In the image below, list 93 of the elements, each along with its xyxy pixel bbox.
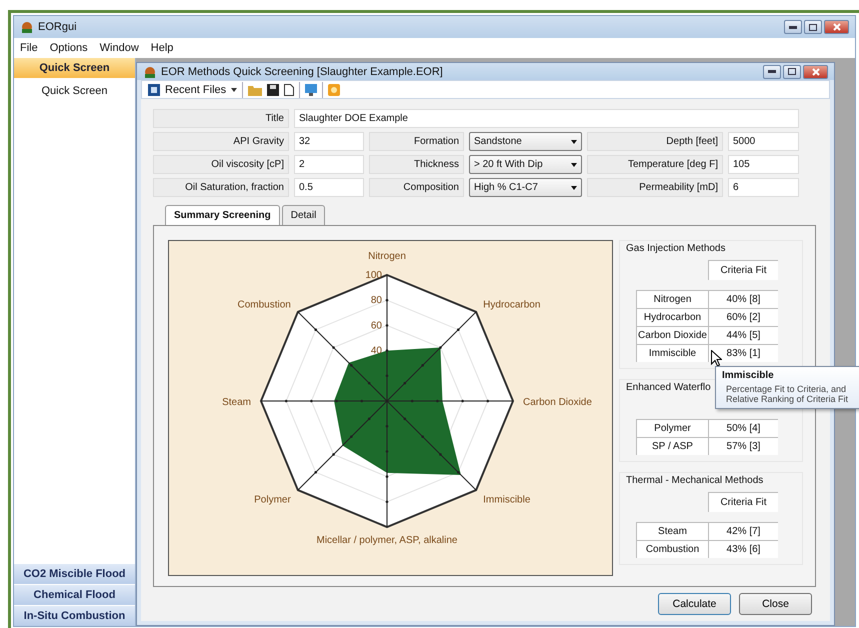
axis-label: Micellar / polymer, ASP, alkaline bbox=[316, 535, 458, 546]
group-title: Gas Injection Methods bbox=[626, 243, 726, 254]
minimize-icon bbox=[768, 70, 776, 73]
sidebar-button[interactable]: Chemical Flood bbox=[14, 585, 135, 605]
axis-label: Steam bbox=[222, 397, 251, 408]
field-label: Title bbox=[153, 109, 289, 128]
field-label: API Gravity bbox=[153, 132, 289, 151]
table-cell: SP / ASP bbox=[636, 437, 708, 455]
dropdown[interactable]: > 20 ft With Dip bbox=[469, 155, 582, 174]
menu-item[interactable]: Help bbox=[150, 42, 174, 54]
dialog-button[interactable]: Calculate bbox=[658, 593, 731, 615]
field-label: Formation bbox=[369, 132, 464, 151]
tick-label: 100 bbox=[365, 270, 382, 281]
maximize-button[interactable] bbox=[783, 64, 801, 78]
input-field[interactable]: 105 bbox=[728, 155, 799, 174]
tick-label: 80 bbox=[370, 295, 382, 306]
close-icon bbox=[832, 23, 840, 31]
tooltip-text: Percentage Fit to Criteria, and Relative Ranking of Criteria Fit bbox=[725, 384, 850, 404]
caret-icon[interactable] bbox=[571, 162, 577, 166]
table-cell: 57% [3] bbox=[708, 437, 778, 455]
input-field[interactable]: 5000 bbox=[728, 132, 799, 151]
close-button[interactable] bbox=[803, 64, 828, 78]
caret-icon[interactable] bbox=[571, 140, 577, 144]
recent-files-icon[interactable] bbox=[148, 84, 160, 96]
close-icon bbox=[812, 68, 820, 76]
table-cell: Carbon Dioxide bbox=[636, 326, 708, 344]
group-title: Enhanced Waterflo bbox=[626, 382, 711, 393]
sidebar-item[interactable]: Quick Screen bbox=[14, 78, 135, 104]
table-cell: Nitrogen bbox=[636, 290, 708, 308]
sidebar-button[interactable]: In-Situ Combustion bbox=[14, 606, 135, 626]
table-cell: Polymer bbox=[636, 419, 708, 437]
caret-icon[interactable] bbox=[571, 186, 577, 190]
group-title: Thermal - Mechanical Methods bbox=[626, 475, 764, 486]
close-button[interactable] bbox=[824, 20, 849, 34]
dialog-button[interactable]: Close bbox=[739, 593, 812, 615]
menu-item[interactable]: File bbox=[20, 42, 38, 54]
table-cell: 42% [7] bbox=[708, 522, 778, 540]
table-cell: Immiscible bbox=[636, 344, 708, 362]
table-cell: Combustion bbox=[636, 540, 708, 558]
save-icon[interactable] bbox=[267, 84, 280, 96]
minimize-icon bbox=[789, 26, 797, 28]
field-label: Thickness bbox=[369, 155, 464, 174]
axis-label: Polymer bbox=[254, 494, 291, 506]
tick-label: 40 bbox=[370, 346, 382, 357]
tooltip-title: Immiscible bbox=[722, 370, 775, 381]
column-header: Criteria Fit bbox=[708, 492, 778, 512]
field-label: Oil Saturation, fraction bbox=[153, 178, 289, 197]
monitor-icon[interactable] bbox=[305, 84, 318, 96]
input-field[interactable]: 6 bbox=[728, 178, 799, 197]
table-cell: 44% [5] bbox=[708, 326, 778, 344]
table-cell: Hydrocarbon bbox=[636, 308, 708, 326]
maximize-icon bbox=[809, 24, 817, 30]
axis-label: Hydrocarbon bbox=[483, 299, 540, 310]
window-title: EORgui bbox=[38, 21, 77, 33]
minimize-button[interactable] bbox=[763, 64, 781, 78]
app-icon bbox=[20, 21, 34, 33]
tick-label: 60 bbox=[370, 320, 382, 332]
app-icon bbox=[143, 66, 157, 78]
sidebar-button[interactable]: CO2 Miscible Flood bbox=[14, 564, 135, 584]
field-label: Depth [feet] bbox=[587, 132, 723, 151]
cursor-icon bbox=[711, 350, 722, 367]
field-label: Permeability [mD] bbox=[587, 178, 723, 197]
tab[interactable]: Detail bbox=[282, 205, 326, 225]
table-cell: 60% [2] bbox=[708, 308, 778, 326]
table-cell: 43% [6] bbox=[708, 540, 778, 558]
window-title: EOR Methods Quick Screening [Slaughter Example.EOR] bbox=[161, 66, 443, 78]
field-label: Composition bbox=[369, 178, 464, 197]
menu-item[interactable]: Options bbox=[50, 42, 88, 54]
table-cell: 50% [4] bbox=[708, 419, 778, 437]
axis-label: Immiscible bbox=[483, 494, 530, 506]
recent-files-button[interactable]: Recent Files bbox=[165, 84, 226, 96]
axis-label: Carbon Dioxide bbox=[523, 397, 592, 408]
field-label: Temperature [deg F] bbox=[587, 155, 723, 174]
axis-label: Combustion bbox=[237, 299, 291, 310]
input-field[interactable]: 2 bbox=[294, 155, 364, 174]
field-label: Oil viscosity [cP] bbox=[153, 155, 289, 174]
tab[interactable]: Summary Screening bbox=[165, 205, 280, 225]
sidebar-header[interactable]: Quick Screen bbox=[14, 58, 135, 78]
menu-item[interactable]: Window bbox=[100, 42, 139, 54]
axis-label: Nitrogen bbox=[368, 251, 406, 262]
maximize-icon bbox=[788, 68, 796, 75]
dropdown[interactable]: High % C1-C7 bbox=[469, 178, 582, 197]
table-cell: 40% [8] bbox=[708, 290, 778, 308]
maximize-button[interactable] bbox=[804, 20, 822, 34]
new-file-icon[interactable] bbox=[284, 84, 294, 96]
dropdown[interactable]: Sandstone bbox=[469, 132, 582, 151]
caret-icon[interactable] bbox=[231, 88, 238, 92]
input-field[interactable]: 32 bbox=[294, 132, 364, 151]
minimize-button[interactable] bbox=[784, 20, 802, 34]
title-field[interactable]: Slaughter DOE Example bbox=[294, 109, 799, 128]
input-field[interactable]: 0.5 bbox=[294, 178, 364, 197]
column-header: Criteria Fit bbox=[708, 260, 778, 280]
table-cell: Steam bbox=[636, 522, 708, 540]
